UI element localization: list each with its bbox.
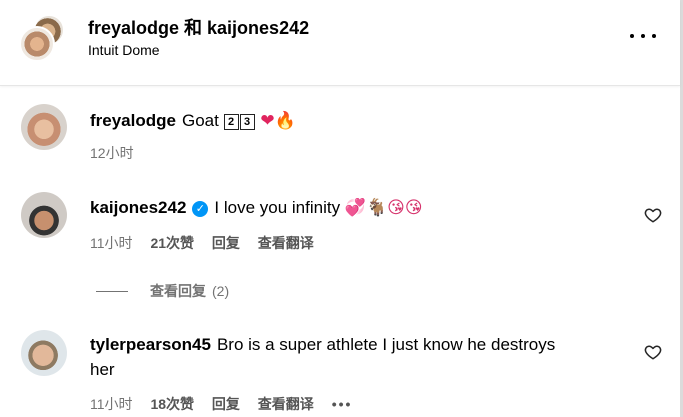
heart-outline-icon[interactable]	[644, 343, 662, 361]
comment-meta: 12小时	[90, 143, 148, 163]
comment-meta: 11小时 18次赞 回复 查看翻译 •••	[90, 394, 352, 414]
replies-divider	[96, 290, 128, 292]
comment-text: Goat	[181, 111, 219, 130]
avatar[interactable]	[21, 192, 67, 238]
comment-text: I love you infinity	[214, 198, 341, 217]
post-authors[interactable]: freyalodge 和 kaijones242	[88, 14, 309, 40]
comment-username[interactable]: tylerpearson45	[90, 335, 211, 354]
comment-body: kaijones242 ✓ I love you infinity 💞🐐😘😘	[90, 197, 423, 219]
collab-avatars[interactable]	[19, 14, 69, 62]
translate-button[interactable]: 查看翻译	[258, 396, 314, 412]
view-replies-button[interactable]: 查看回复 (2)	[96, 281, 229, 301]
comment-more-icon[interactable]: •••	[332, 396, 353, 412]
post-location[interactable]: Intuit Dome	[88, 42, 160, 58]
keycap-2-emoji: 2	[223, 114, 239, 130]
like-count[interactable]: 21次赞	[150, 235, 194, 251]
comment-time[interactable]: 12小时	[90, 145, 134, 161]
post-header: freyalodge 和 kaijones242 Intuit Dome	[0, 0, 680, 86]
reply-button[interactable]: 回复	[212, 235, 240, 251]
comment-username[interactable]: kaijones242	[90, 198, 186, 217]
comment-text-line2: her	[90, 360, 115, 379]
avatar[interactable]	[21, 330, 67, 376]
replies-label[interactable]: 查看回复	[150, 281, 206, 301]
comment-time[interactable]: 11小时	[90, 396, 133, 412]
keycap-3-emoji: 3	[239, 114, 255, 130]
comment-body: tylerpearson45 Bro is a super athlete I j…	[90, 334, 555, 356]
comment-time[interactable]: 11小时	[90, 235, 133, 251]
like-count[interactable]: 18次赞	[150, 396, 194, 412]
comment-text-line1: Bro is a super athlete I just know he de…	[216, 335, 556, 354]
emoji-sequence: 💞🐐😘😘	[344, 198, 423, 218]
avatar[interactable]	[21, 104, 67, 150]
replies-count[interactable]: (2)	[212, 283, 229, 299]
comment-meta: 11小时 21次赞 回复 查看翻译	[90, 233, 328, 253]
heart-outline-icon[interactable]	[644, 206, 662, 224]
comment-username[interactable]: freyalodge	[90, 111, 176, 130]
reply-button[interactable]: 回复	[212, 396, 240, 412]
more-options-icon[interactable]	[630, 26, 656, 46]
heart-fire-emoji: ❤🔥	[260, 111, 296, 131]
comment-body: freyalodge Goat 23 ❤🔥	[90, 110, 296, 132]
translate-button[interactable]: 查看翻译	[258, 235, 314, 251]
comment-body-cont: her	[90, 359, 115, 381]
avatar-freyalodge[interactable]	[19, 26, 55, 62]
verified-badge-icon: ✓	[192, 201, 209, 217]
